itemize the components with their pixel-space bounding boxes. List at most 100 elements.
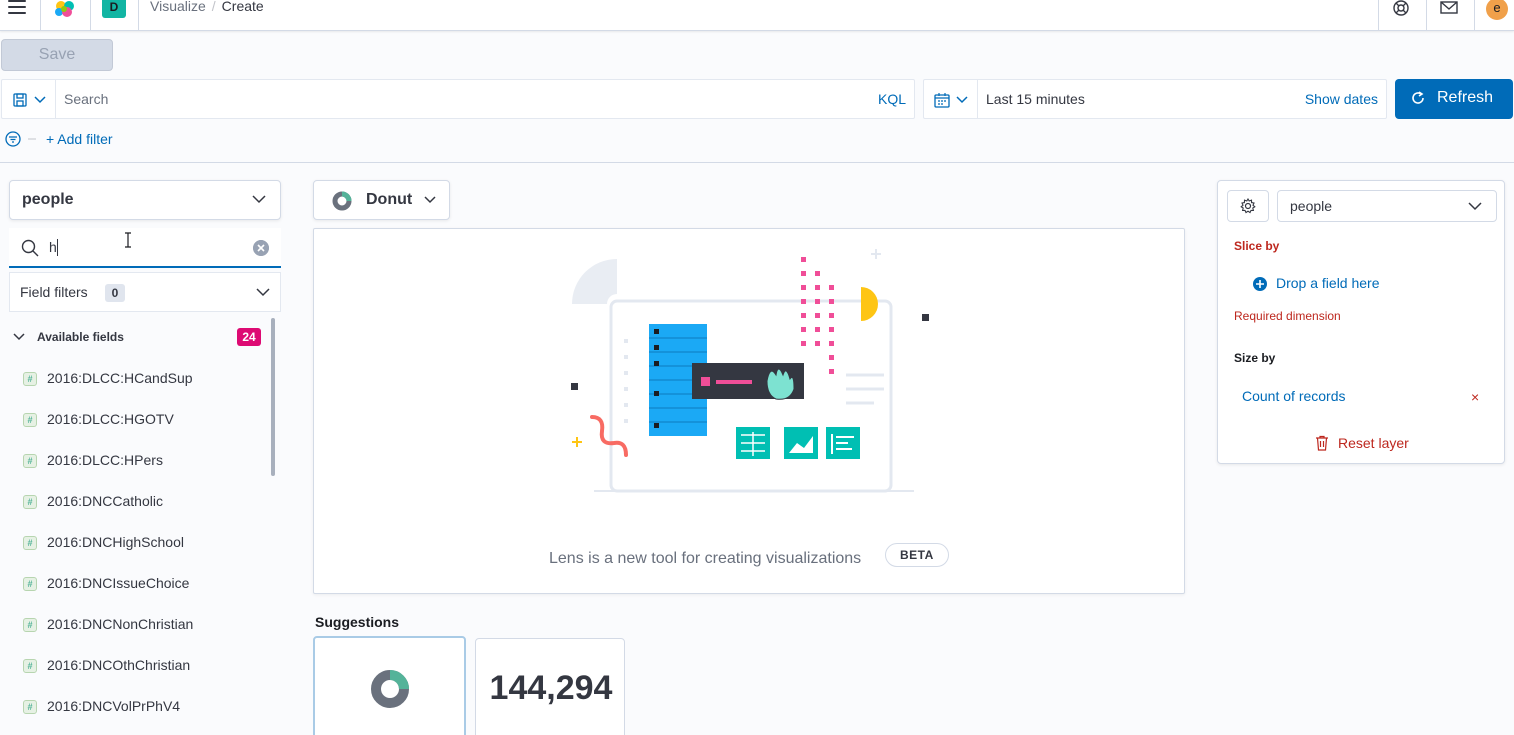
refresh-icon bbox=[1412, 91, 1424, 104]
trash-icon bbox=[1316, 435, 1328, 451]
field-name: 2016:DLCC:HCandSup bbox=[47, 370, 193, 386]
index-pattern-select[interactable]: people bbox=[9, 180, 281, 220]
field-name: 2016:DNCNonChristian bbox=[47, 616, 194, 632]
number-type-icon: # bbox=[23, 454, 37, 468]
help-icon[interactable] bbox=[1392, 0, 1410, 18]
remove-dimension-icon[interactable]: × bbox=[1471, 389, 1479, 405]
breadcrumb-separator: / bbox=[211, 0, 216, 14]
field-list-scrollbar[interactable] bbox=[271, 318, 275, 476]
layer-index-select[interactable]: people bbox=[1277, 190, 1497, 222]
beta-badge: BETA bbox=[885, 543, 949, 567]
header-divider bbox=[1474, 0, 1475, 31]
number-type-icon: # bbox=[23, 577, 37, 591]
chart-type-label: Donut bbox=[366, 191, 413, 208]
breadcrumb-visualize[interactable]: Visualize bbox=[150, 0, 206, 14]
calendar-icon bbox=[934, 93, 950, 108]
available-fields-count: 24 bbox=[237, 328, 261, 346]
chevron-down-icon bbox=[424, 196, 436, 204]
number-type-icon: # bbox=[23, 413, 37, 427]
chart-type-switcher[interactable]: Donut bbox=[313, 180, 450, 220]
save-button[interactable]: Save bbox=[1, 39, 113, 71]
chevron-down-icon bbox=[13, 333, 25, 341]
chevron-down-icon bbox=[252, 195, 266, 204]
field-filters-button[interactable]: Field filters 0 bbox=[9, 272, 281, 312]
date-picker: Last 15 minutes Show dates bbox=[923, 79, 1387, 119]
suggestion-donut[interactable] bbox=[313, 636, 466, 735]
field-filters-count: 0 bbox=[105, 284, 125, 302]
number-type-icon: # bbox=[23, 659, 37, 673]
elastic-logo-icon[interactable] bbox=[52, 0, 78, 18]
donut-chart-icon bbox=[371, 670, 409, 708]
count-of-records-link[interactable]: Count of records bbox=[1242, 388, 1346, 404]
list-item[interactable]: #2016:DNCOthChristian bbox=[9, 645, 271, 686]
header-divider bbox=[138, 0, 139, 31]
list-item[interactable]: #2016:DNCNonChristian bbox=[9, 604, 271, 645]
gear-icon bbox=[1240, 198, 1256, 214]
header-divider bbox=[1378, 0, 1379, 31]
number-type-icon: # bbox=[23, 700, 37, 714]
show-dates-link[interactable]: Show dates bbox=[1305, 91, 1378, 107]
workspace-panel[interactable]: Lens is a new tool for creating visualiz… bbox=[313, 228, 1185, 594]
number-type-icon: # bbox=[23, 536, 37, 550]
layer-config-panel: people Slice by Drop a field here Requir… bbox=[1217, 180, 1505, 464]
suggestions-title: Suggestions bbox=[315, 614, 400, 630]
drop-field-label: Drop a field here bbox=[1276, 275, 1380, 291]
refresh-label: Refresh bbox=[1437, 89, 1494, 106]
required-dimension-text: Required dimension bbox=[1234, 309, 1341, 323]
save-query-icon bbox=[13, 93, 27, 107]
size-by-label: Size by bbox=[1234, 351, 1276, 365]
divider bbox=[0, 162, 1514, 163]
time-range-display[interactable]: Last 15 minutes bbox=[986, 91, 1085, 107]
number-type-icon: # bbox=[23, 495, 37, 509]
plus-circle-icon bbox=[1253, 277, 1267, 291]
search-icon bbox=[21, 239, 39, 257]
search-input[interactable]: Search bbox=[64, 91, 108, 107]
space-avatar[interactable]: D bbox=[102, 0, 126, 18]
list-item[interactable]: #2016:DNCCatholic bbox=[9, 481, 271, 522]
layer-index-label: people bbox=[1290, 198, 1333, 214]
top-header: D Visualize / Create e bbox=[0, 0, 1514, 31]
menu-icon[interactable] bbox=[8, 0, 26, 14]
field-name: 2016:DLCC:HGOTV bbox=[47, 411, 174, 427]
list-item[interactable]: #2016:DLCC:HPers bbox=[9, 440, 271, 481]
list-item[interactable]: #2016:DNCHighSchool bbox=[9, 522, 271, 563]
slice-by-label: Slice by bbox=[1234, 239, 1280, 253]
lens-intro-message: Lens is a new tool for creating visualiz… bbox=[549, 550, 862, 567]
field-search-value: h bbox=[49, 239, 57, 255]
field-list: #2016:DLCC:HCandSup #2016:DLCC:HGOTV #20… bbox=[9, 358, 271, 727]
header-divider bbox=[90, 0, 91, 31]
available-fields-label: Available fields bbox=[37, 330, 124, 344]
field-name: 2016:DLCC:HPers bbox=[47, 452, 163, 468]
list-item[interactable]: #2016:DLCC:HCandSup bbox=[9, 358, 271, 399]
filter-options-icon[interactable] bbox=[4, 130, 38, 148]
clear-search-icon[interactable] bbox=[253, 240, 269, 256]
breadcrumb: Visualize / Create bbox=[150, 0, 264, 14]
number-type-icon: # bbox=[23, 372, 37, 386]
add-filter-button[interactable]: + Add filter bbox=[46, 131, 113, 147]
field-name: 2016:DNCHighSchool bbox=[47, 534, 184, 550]
layer-settings-button[interactable] bbox=[1227, 190, 1269, 222]
saved-queries-button[interactable] bbox=[2, 80, 56, 118]
breadcrumb-create: Create bbox=[221, 0, 264, 14]
field-filters-label: Field filters bbox=[20, 284, 88, 300]
mail-icon[interactable] bbox=[1440, 0, 1458, 18]
chevron-down-icon bbox=[1468, 202, 1482, 211]
chevron-down-icon bbox=[956, 96, 968, 104]
quick-select-button[interactable] bbox=[924, 80, 978, 118]
available-fields-toggle[interactable]: Available fields 24 bbox=[9, 326, 271, 350]
suggestion-metric[interactable]: 144,294 bbox=[475, 638, 625, 735]
number-type-icon: # bbox=[23, 618, 37, 632]
list-item[interactable]: #2016:DNCVolPrPhV4 bbox=[9, 686, 271, 727]
field-name: 2016:DNCCatholic bbox=[47, 493, 163, 509]
text-caret bbox=[57, 239, 58, 256]
chevron-down-icon bbox=[34, 96, 46, 104]
index-pattern-label: people bbox=[22, 191, 74, 208]
field-name: 2016:DNCVolPrPhV4 bbox=[47, 698, 181, 714]
user-avatar[interactable]: e bbox=[1486, 0, 1508, 20]
header-divider bbox=[40, 0, 41, 31]
list-item[interactable]: #2016:DNCIssueChoice bbox=[9, 563, 271, 604]
field-search-input[interactable]: h bbox=[9, 228, 281, 268]
kql-toggle[interactable]: KQL bbox=[878, 91, 906, 107]
refresh-button[interactable]: Refresh bbox=[1395, 79, 1513, 119]
list-item[interactable]: #2016:DLCC:HGOTV bbox=[9, 399, 271, 440]
